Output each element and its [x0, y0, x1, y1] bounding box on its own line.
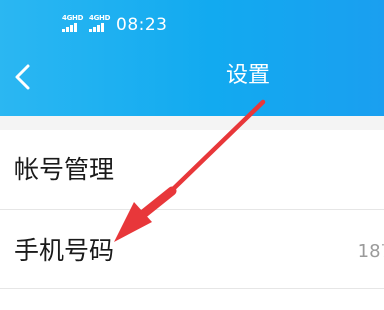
page-title: 设置: [225, 63, 270, 88]
section-gap: [0, 116, 384, 130]
settings-item-label: 帐号管理: [14, 155, 115, 184]
settings-item-phone-number[interactable]: 手机号码 187: [0, 210, 384, 288]
network-type-label: 4GHD: [89, 14, 111, 22]
signal-icon: 4GHD: [62, 14, 84, 32]
phone-number-value: 187: [357, 241, 384, 262]
divider: [0, 288, 384, 289]
header-bar: 4GHD 4GHD 08:23 设置: [0, 0, 384, 116]
settings-item-label: 手机号码: [14, 236, 115, 265]
settings-item-account-management[interactable]: 帐号管理: [0, 130, 384, 209]
status-time: 08:23: [116, 15, 168, 35]
signal-icon: 4GHD: [89, 14, 111, 32]
network-type-label: 4GHD: [62, 14, 84, 22]
status-bar: 4GHD 4GHD 08:23: [0, 10, 384, 38]
